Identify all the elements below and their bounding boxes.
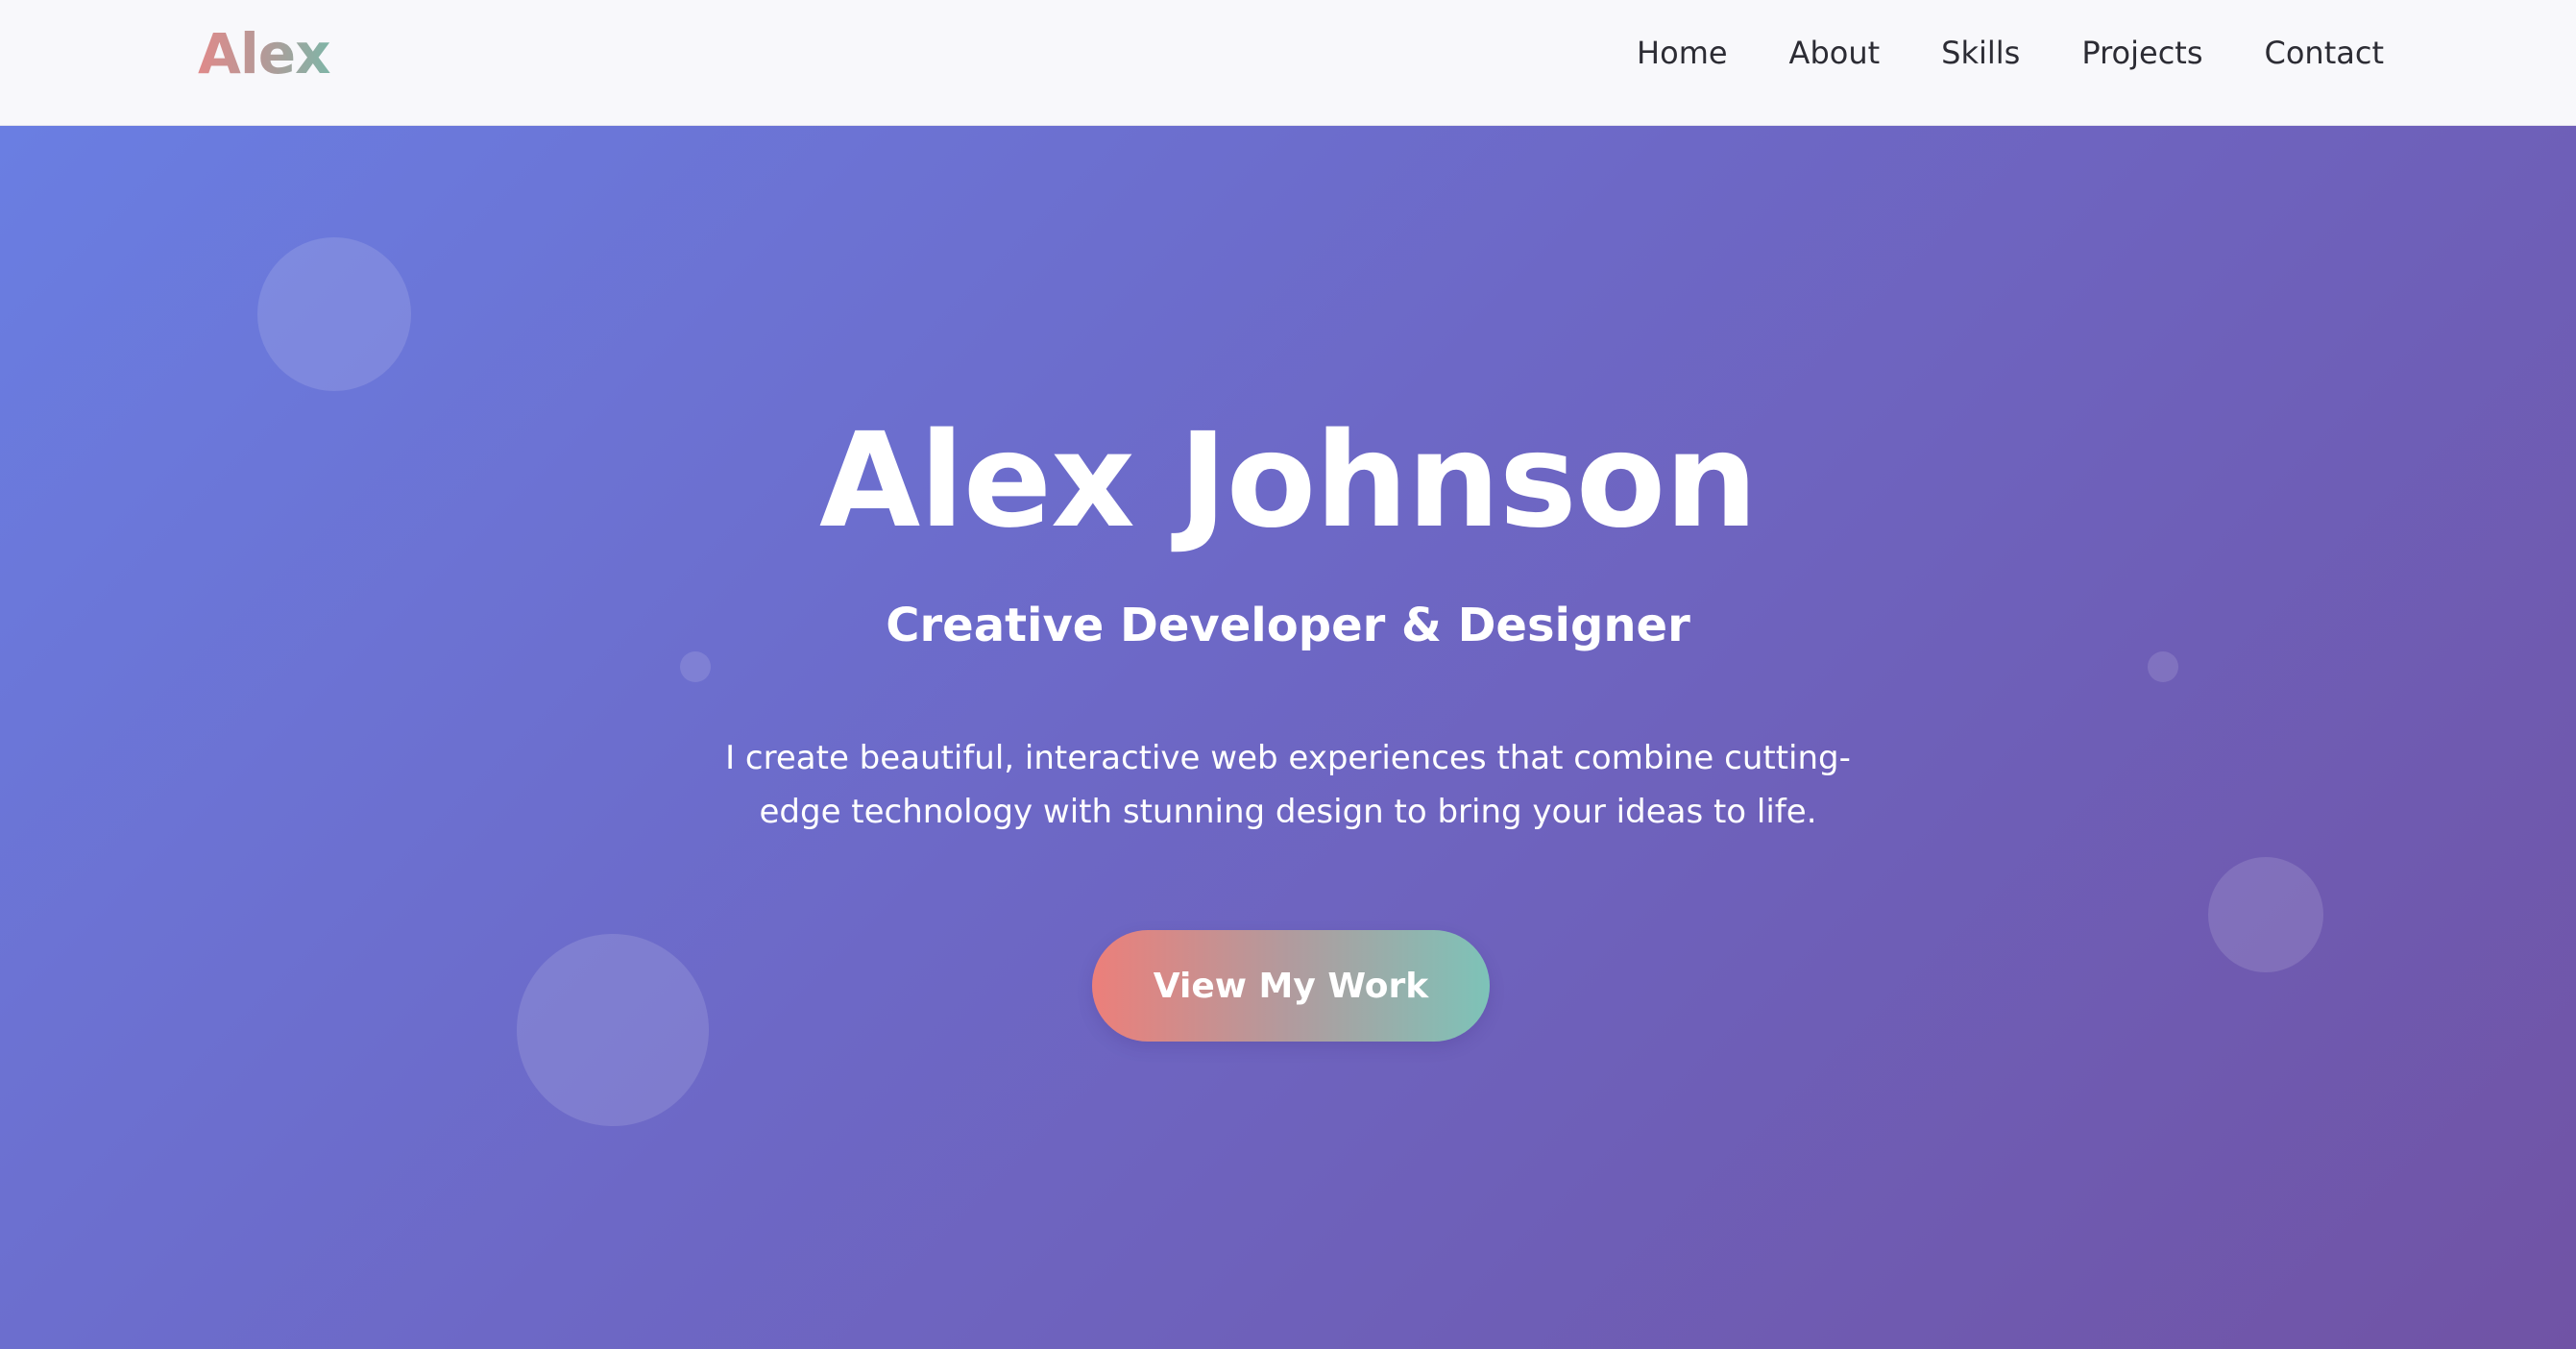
- hero-subtitle: Creative Developer & Designer: [886, 599, 1690, 652]
- nav-link-home[interactable]: Home: [1637, 29, 1728, 77]
- view-my-work-button[interactable]: View My Work: [1092, 930, 1490, 1042]
- hero-title: Alex Johnson: [818, 405, 1758, 557]
- decorative-bubble: [517, 934, 709, 1126]
- decorative-bubble: [257, 237, 411, 391]
- nav-link-contact[interactable]: Contact: [2265, 29, 2385, 77]
- hero-description: I create beautiful, interactive web expe…: [725, 739, 1851, 831]
- decorative-bubble: [2208, 857, 2323, 972]
- decorative-bubble: [2148, 651, 2178, 682]
- nav-menu: Home About Skills Projects Contact: [1637, 29, 2384, 77]
- decorative-bubble: [680, 651, 711, 682]
- nav-link-about[interactable]: About: [1789, 29, 1881, 77]
- portfolio-page: Alex Home About Skills Projects Contact …: [0, 0, 2576, 1349]
- logo[interactable]: Alex: [198, 17, 331, 90]
- nav-link-skills[interactable]: Skills: [1941, 29, 2020, 77]
- navbar: Alex Home About Skills Projects Contact: [0, 0, 2576, 126]
- hero-section: Alex Johnson Creative Developer & Design…: [0, 126, 2576, 1349]
- nav-link-projects[interactable]: Projects: [2081, 29, 2202, 77]
